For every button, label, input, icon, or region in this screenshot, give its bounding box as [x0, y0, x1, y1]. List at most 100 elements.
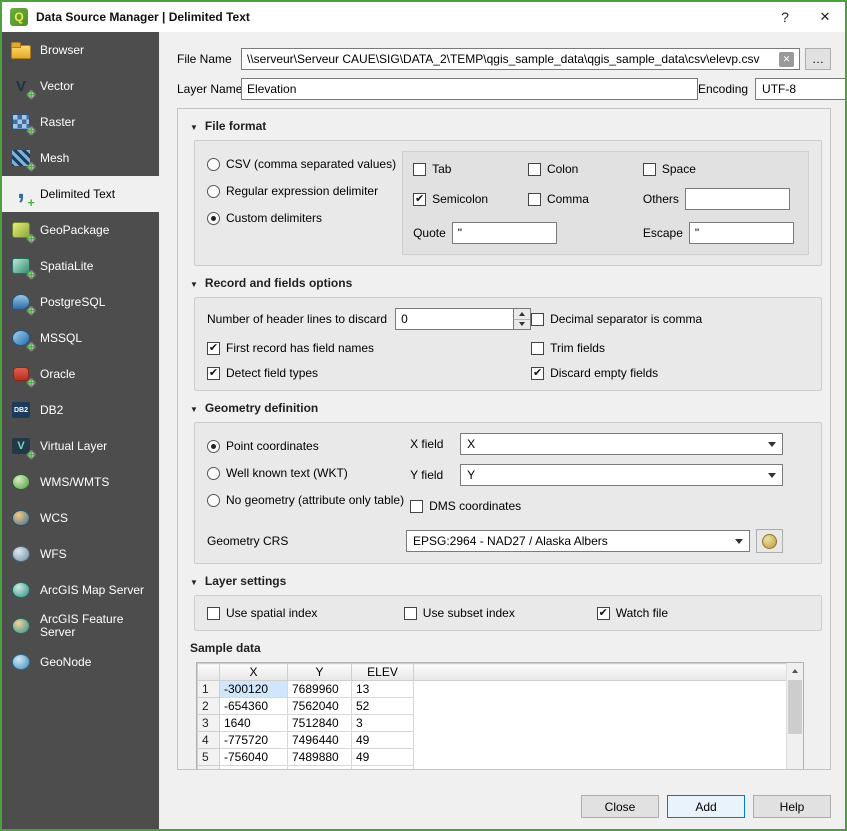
sidebar-item-raster[interactable]: Raster — [2, 104, 159, 140]
y-field-select[interactable]: Y — [460, 464, 783, 486]
scrollbar-thumb[interactable] — [788, 680, 802, 734]
escape-input[interactable]: " — [689, 222, 794, 244]
sidebar-item-virtual-layer[interactable]: Virtual Layer — [2, 428, 159, 464]
checkbox-semicolon[interactable]: Semicolon — [413, 192, 528, 206]
add-button[interactable]: Add — [667, 795, 745, 818]
radio-csv[interactable]: CSV (comma separated values) — [207, 157, 396, 171]
sidebar-item-geopackage[interactable]: GeoPackage — [2, 212, 159, 248]
row-number-cell[interactable]: 2 — [198, 698, 220, 715]
sidebar-item-arcgis-map-server[interactable]: ArcGIS Map Server — [2, 572, 159, 608]
table-cell[interactable]: 362440 — [220, 766, 288, 771]
table-cell[interactable]: -756040 — [220, 749, 288, 766]
table-row[interactable]: 1-300120768996013 — [198, 681, 787, 698]
table-cell[interactable]: 1640 — [220, 715, 288, 732]
sidebar-item-wcs[interactable]: WCS — [2, 500, 159, 536]
checkbox-space[interactable]: Space — [643, 162, 798, 176]
column-header-elev[interactable]: ELEV — [352, 664, 414, 681]
sidebar-item-postgresql[interactable]: PostgreSQL — [2, 284, 159, 320]
sidebar-item-vector[interactable]: Vector — [2, 68, 159, 104]
spin-down-button[interactable] — [514, 319, 530, 330]
record-options-header[interactable]: Record and fields options — [190, 276, 824, 290]
checkbox-trim-fields[interactable]: Trim fields — [531, 341, 809, 355]
table-cell[interactable]: 49 — [352, 732, 414, 749]
scroll-up-button[interactable] — [787, 663, 803, 679]
table-cell[interactable]: 52 — [352, 698, 414, 715]
table-row[interactable]: 3164075128403 — [198, 715, 787, 732]
radio-no-geometry[interactable]: No geometry (attribute only table) — [207, 493, 404, 507]
sidebar-item-browser[interactable]: Browser — [2, 32, 159, 68]
checkbox-detect-field-types[interactable]: Detect field types — [207, 366, 531, 380]
browse-file-button[interactable]: … — [805, 48, 831, 70]
column-header-x[interactable]: X — [220, 664, 288, 681]
geometry-crs-select[interactable]: EPSG:2964 - NAD27 / Alaska Albers — [406, 530, 750, 552]
checkbox-watch-file[interactable]: Watch file — [597, 606, 809, 620]
table-cell[interactable]: 7689960 — [288, 681, 352, 698]
encoding-select[interactable]: UTF-8 — [755, 78, 847, 100]
sidebar-item-wfs[interactable]: WFS — [2, 536, 159, 572]
scrollbar-track[interactable] — [787, 679, 803, 766]
header-lines-spinbox[interactable]: 0 — [395, 308, 531, 330]
checkbox-comma[interactable]: Comma — [528, 192, 643, 206]
row-number-cell[interactable]: 3 — [198, 715, 220, 732]
checkbox-decimal-separator-comma[interactable]: Decimal separator is comma — [531, 312, 809, 326]
checkbox-use-subset-index[interactable]: Use subset index — [404, 606, 597, 620]
close-button[interactable]: Close — [581, 795, 659, 818]
column-header-y[interactable]: Y — [288, 664, 352, 681]
others-input[interactable] — [685, 188, 790, 210]
checkbox-discard-empty-fields[interactable]: Discard empty fields — [531, 366, 809, 380]
geometry-header[interactable]: Geometry definition — [190, 401, 824, 415]
row-number-cell[interactable]: 4 — [198, 732, 220, 749]
radio-point-coordinates[interactable]: Point coordinates — [207, 439, 404, 453]
sidebar-item-mssql[interactable]: MSSQL — [2, 320, 159, 356]
table-cell[interactable]: 3 — [352, 766, 414, 771]
sidebar-item-wms-wmts[interactable]: WMS/WMTS — [2, 464, 159, 500]
x-field-select[interactable]: X — [460, 433, 783, 455]
clear-input-icon[interactable] — [779, 52, 794, 67]
checkbox-first-record-field-names[interactable]: First record has field names — [207, 341, 531, 355]
sidebar-item-arcgis-feature-server[interactable]: ArcGIS Feature Server — [2, 608, 159, 644]
quote-input[interactable]: " — [452, 222, 557, 244]
table-cell[interactable]: -775720 — [220, 732, 288, 749]
sidebar-item-db2[interactable]: DB2 — [2, 392, 159, 428]
table-cell[interactable]: -654360 — [220, 698, 288, 715]
file-name-input[interactable]: \\serveur\Serveur CAUE\SIG\DATA_2\TEMP\q… — [241, 48, 800, 70]
window-close-button[interactable] — [805, 2, 845, 32]
sidebar-item-mesh[interactable]: Mesh — [2, 140, 159, 176]
table-cell[interactable]: 7512840 — [288, 715, 352, 732]
help-button[interactable]: Help — [753, 795, 831, 818]
table-cell[interactable]: 3 — [352, 715, 414, 732]
table-row[interactable]: 5-756040748988049 — [198, 749, 787, 766]
table-cell[interactable]: 49 — [352, 749, 414, 766]
spin-up-button[interactable] — [514, 309, 530, 319]
table-row[interactable]: 4-775720749644049 — [198, 732, 787, 749]
sidebar-item-delimited-text[interactable]: Delimited Text — [2, 176, 159, 212]
checkbox-use-spatial-index[interactable]: Use spatial index — [207, 606, 404, 620]
spin-value[interactable]: 0 — [395, 308, 513, 330]
row-number-cell[interactable]: 1 — [198, 681, 220, 698]
scroll-down-button[interactable] — [787, 766, 803, 770]
table-cell[interactable]: 13 — [352, 681, 414, 698]
radio-custom-delimiters[interactable]: Custom delimiters — [207, 211, 396, 225]
sidebar-item-geonode[interactable]: GeoNode — [2, 644, 159, 680]
table-cell[interactable]: 7489880 — [288, 749, 352, 766]
table-cell[interactable]: -300120 — [220, 681, 288, 698]
table-cell[interactable]: 7453800 — [288, 766, 352, 771]
table-cell[interactable]: 7562040 — [288, 698, 352, 715]
sidebar-item-spatialite[interactable]: SpatiaLite — [2, 248, 159, 284]
row-number-cell[interactable]: 6 — [198, 766, 220, 771]
layer-name-input[interactable]: Elevation — [241, 78, 698, 100]
sidebar-item-oracle[interactable]: Oracle — [2, 356, 159, 392]
radio-wkt[interactable]: Well known text (WKT) — [207, 466, 404, 480]
table-row[interactable]: 636244074538003 — [198, 766, 787, 771]
radio-regexp-delimiter[interactable]: Regular expression delimiter — [207, 184, 396, 198]
table-row[interactable]: 2-654360756204052 — [198, 698, 787, 715]
file-format-header[interactable]: File format — [190, 119, 824, 133]
vertical-scrollbar[interactable] — [786, 663, 803, 770]
row-number-cell[interactable]: 5 — [198, 749, 220, 766]
layer-settings-header[interactable]: Layer settings — [190, 574, 824, 588]
window-help-button[interactable] — [765, 2, 805, 32]
checkbox-tab[interactable]: Tab — [413, 162, 528, 176]
select-crs-button[interactable] — [756, 529, 783, 553]
checkbox-dms-coordinates[interactable]: DMS coordinates — [410, 499, 521, 513]
table-cell[interactable]: 7496440 — [288, 732, 352, 749]
